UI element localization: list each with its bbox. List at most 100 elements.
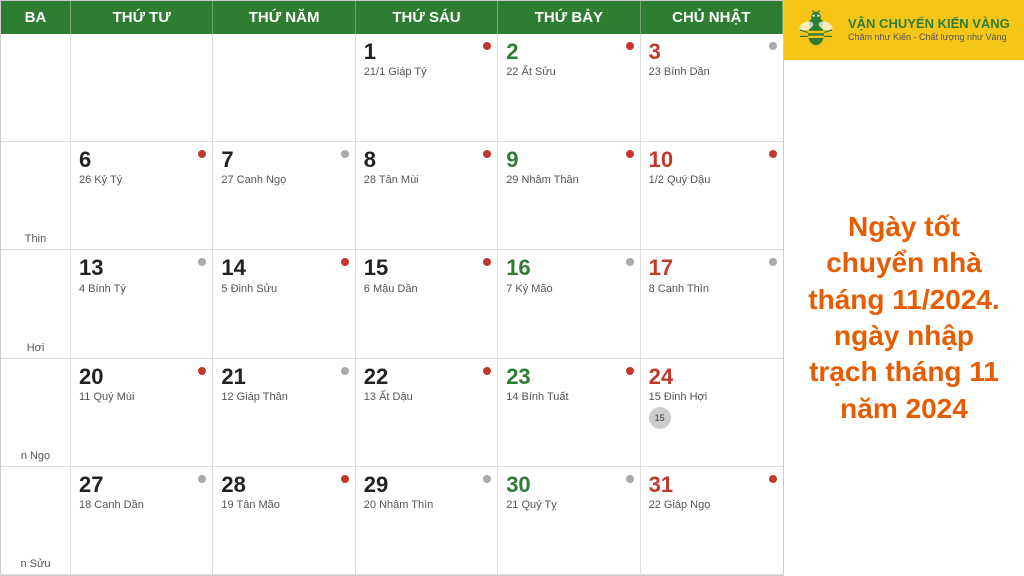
day-cell-4-1: 2819 Tân Mão [213,467,355,574]
lunar-date: 11 Quý Mùi [79,391,204,403]
lunar-date: 4 Bính Tý [79,283,204,295]
dot-icon [198,475,206,483]
col-ba: BA [1,1,71,34]
day-number: 22 [364,365,489,389]
dot-icon [483,475,491,483]
lunar-circle: 15 [649,407,671,429]
day-cell-1-1: 7 27 Canh Ngọ [213,142,355,249]
brand-text: VẬN CHUYỂN KIẾN VÀNG Chăm như Kiến - Chấ… [848,16,1010,43]
day-cell-2-4: 178 Canh Thìn [641,250,783,357]
day-number: 30 [506,473,631,497]
dot-icon [626,258,634,266]
lunar-date: 22 Giáp Ngọ [649,499,775,511]
lunar-date: 26 Kỷ Tý [79,174,204,186]
day-number: 27 [79,473,204,497]
day-number: 6 [79,148,204,172]
day-cell-3-3: 23 14 Bính Tuất [498,359,640,466]
day-number: 13 [79,256,204,280]
day-cell-2-2: 156 Mậu Dần [356,250,498,357]
calendar-body: 121/1 Giáp Tý222 Ất Sửu323 Bính DầnThin6… [1,34,783,575]
day-cell-0-1: 222 Ất Sửu [498,34,640,141]
lunar-date: 20 Nhâm Thìn [364,499,489,511]
day-number: 28 [221,473,346,497]
brand-logo-icon [792,6,840,54]
dot-icon [341,367,349,375]
day-cell-2-1: 14 5 Đinh Sửu [213,250,355,357]
lunar-date: 15 Đinh Hợi [649,391,775,403]
dot-icon [341,150,349,158]
lunar-date: 27 Canh Ngọ [221,174,346,186]
lunar-date: 13 Ất Dậu [364,391,489,403]
side-cell-0 [1,34,71,141]
dot-icon [769,258,777,266]
day-cell-1-2: 8 28 Tân Mùi [356,142,498,249]
side-cell-4: n Sửu [1,467,71,574]
dot-icon [626,367,634,375]
calendar: BA THỨ TƯ THỨ NĂM THỨ SÁU THỨ BẢY CHỦ NH… [0,0,784,576]
day-number: 31 [649,473,775,497]
day-cell-1-3: 9 29 Nhâm Thân [498,142,640,249]
sidebar: VẬN CHUYỂN KIẾN VÀNG Chăm như Kiến - Chấ… [784,0,1024,576]
day-cell-4-0: 27 18 Canh Dần [71,467,213,574]
day-cell-3-1: 2112 Giáp Thân [213,359,355,466]
day-cell-1-4: 101/2 Quý Dậu [641,142,783,249]
lunar-date: 8 Canh Thìn [649,283,775,295]
day-number: 23 [506,365,631,389]
dot-icon [483,42,491,50]
dot-icon [341,258,349,266]
dot-icon [483,367,491,375]
day-number: 29 [364,473,489,497]
lunar-date: 5 Đinh Sửu [221,283,346,295]
dot-icon [626,42,634,50]
side-cell-2: Hơi [1,250,71,357]
lunar-date: 14 Bính Tuất [506,391,631,403]
lunar-date: 7 Kỷ Mão [506,283,631,295]
day-number: 14 [221,256,346,280]
dot-icon [626,475,634,483]
lunar-date: 1/2 Quý Dậu [649,174,775,186]
dot-icon [198,258,206,266]
day-number: 7 [221,148,346,172]
day-cell-1-0: 6 26 Kỷ Tý [71,142,213,249]
lunar-date: 21/1 Giáp Tý [364,66,489,78]
dot-icon [198,367,206,375]
lunar-date: 22 Ất Sửu [506,66,631,78]
promo-paragraph: Ngày tốt chuyển nhà tháng 11/2024. ngày … [800,209,1008,427]
dot-icon [769,475,777,483]
brand-header: VẬN CHUYỂN KIẾN VÀNG Chăm như Kiến - Chấ… [784,0,1024,60]
day-cell-4-4: 31 22 Giáp Ngọ [641,467,783,574]
dot-icon [483,150,491,158]
day-number: 1 [364,40,489,64]
brand-tagline: Chăm như Kiến - Chất lượng như Vàng [848,32,1010,44]
day-number: 16 [506,256,631,280]
side-cell-1: Thin [1,142,71,249]
dot-icon [769,42,777,50]
calendar-row-0: 1 21/1 Giáp Tý 222 Ất Sửu323 Bính Dần [1,34,783,142]
calendar-row-4: n Sửu 27 18 Canh Dần 2819 Tân Mão 29 20 Nhâm … [1,467,783,575]
dot-icon [483,258,491,266]
lunar-date: 21 Quý Tỵ [506,499,631,511]
calendar-header: BA THỨ TƯ THỨ NĂM THỨ SÁU THỨ BẢY CHỦ NH… [1,1,783,34]
day-cell-0-0: 1 21/1 Giáp Tý [356,34,498,141]
lunar-date: 12 Giáp Thân [221,391,346,403]
lunar-date: 28 Tân Mùi [364,174,489,186]
day-cell-3-2: 22 13 Ất Dậu [356,359,498,466]
day-cell-2-0: 13 4 Bính Tý [71,250,213,357]
lunar-date: 18 Canh Dần [79,499,204,511]
day-number: 9 [506,148,631,172]
col-thu-sau: THỨ SÁU [356,1,498,34]
col-thu-tu: THỨ TƯ [71,1,213,34]
col-thu-nam: THỨ NĂM [213,1,355,34]
day-cell-4-2: 29 20 Nhâm Thìn [356,467,498,574]
lunar-date: 6 Mậu Dần [364,283,489,295]
empty-cell-0-0 [71,34,213,141]
empty-cell-0-1 [213,34,355,141]
col-chu-nhat: CHỦ NHẬT [641,1,783,34]
day-cell-0-2: 323 Bính Dần [641,34,783,141]
col-thu-bay: THỨ BẢY [498,1,640,34]
lunar-date: 23 Bính Dần [649,66,775,78]
lunar-date: 29 Nhâm Thân [506,174,631,186]
day-number: 8 [364,148,489,172]
day-number: 24 [649,365,775,389]
day-cell-3-0: 2011 Quý Mùi [71,359,213,466]
